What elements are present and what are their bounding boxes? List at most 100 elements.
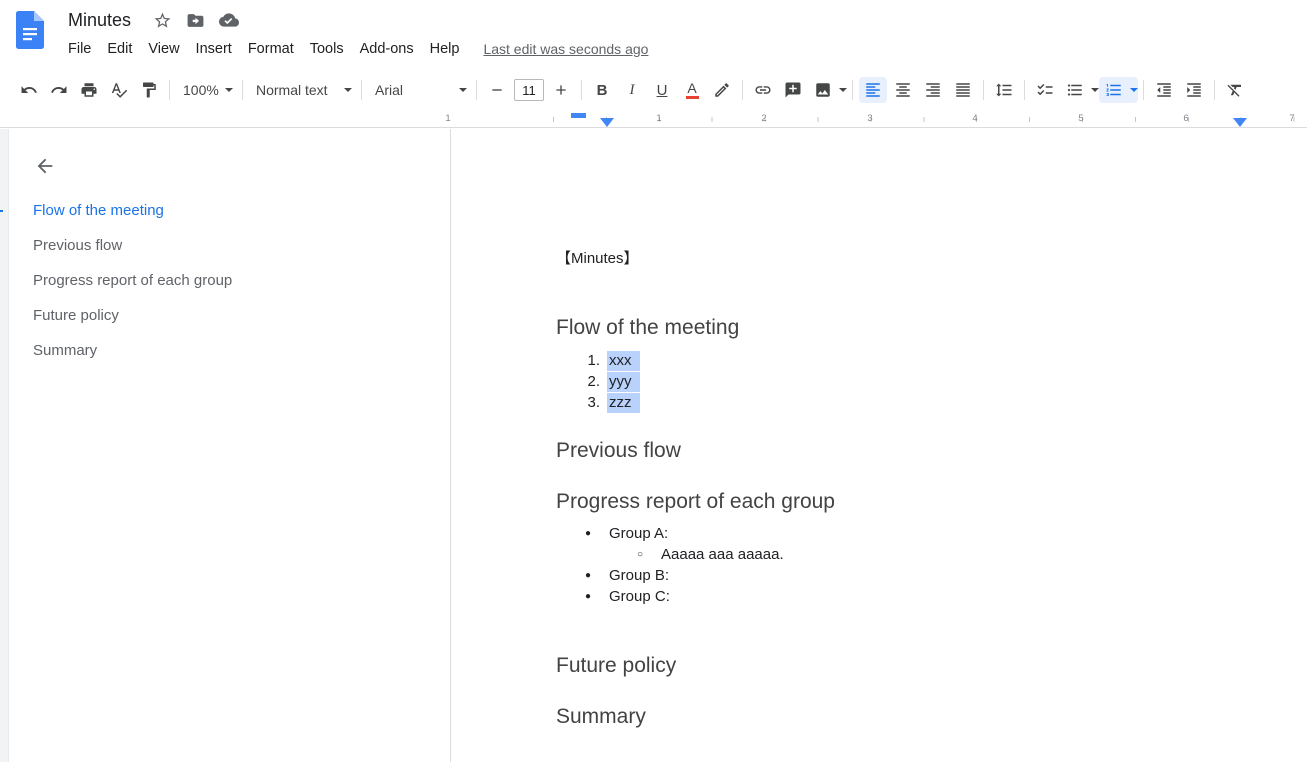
bullet-marker: ○ [637,544,643,565]
ruler[interactable]: 1 1 2 3 4 5 6 7 [0,110,1307,128]
increase-indent-button[interactable] [1180,77,1208,103]
font-dropdown[interactable]: Arial [367,77,471,103]
list-number: 1. [576,350,600,371]
list-number: 3. [576,392,600,413]
redo-button[interactable] [45,77,73,103]
print-button[interactable] [75,77,103,103]
ruler-number: 5 [1076,113,1086,124]
paint-format-button[interactable] [135,77,163,103]
toolbar: 100% Normal text Arial B I U A [0,70,1307,110]
chevron-down-icon [225,88,233,92]
list-item[interactable]: ● Group C: [556,586,1267,607]
chevron-down-icon [1130,88,1138,92]
insert-link-button[interactable] [749,77,777,103]
spellcheck-button[interactable] [105,77,133,103]
numbered-list-button[interactable] [1100,77,1128,103]
outline-item-label: Summary [33,342,97,359]
cloud-status-icon[interactable] [219,10,239,30]
doc-intro-paragraph[interactable]: 【Minutes】 [556,249,1267,268]
list-item[interactable]: 2.yyy [556,371,1267,392]
outline-list: Flow of the meeting Previous flow Progre… [10,193,450,368]
menu-help[interactable]: Help [422,38,468,60]
ruler-number: 3 [865,113,875,124]
doc-heading-future[interactable]: Future policy [556,652,1267,679]
ruler-number: 2 [759,113,769,124]
menu-format[interactable]: Format [240,38,302,60]
bulleted-list-dropdown[interactable] [1089,77,1099,103]
menu-insert[interactable]: Insert [188,38,240,60]
insert-image-dropdown[interactable] [837,77,847,103]
menu-addons[interactable]: Add-ons [352,38,422,60]
toolbar-separator [852,80,853,100]
content-area: Flow of the meeting Previous flow Progre… [0,129,1307,762]
document-page[interactable]: 【Minutes】 Flow of the meeting 1. xxx 2.yy… [450,129,1307,762]
doc-heading-flow[interactable]: Flow of the meeting [556,314,1267,341]
selected-text[interactable]: xxx [607,351,640,371]
align-center-button[interactable] [889,77,917,103]
outline-item-label: Flow of the meeting [33,202,164,219]
list-item[interactable]: ●Group B: [556,565,1267,586]
chevron-down-icon [1091,88,1099,92]
align-justify-button[interactable] [949,77,977,103]
document-title[interactable]: Minutes [68,10,131,31]
bullet-marker: ● [585,586,591,607]
outline-item-progress[interactable]: Progress report of each group [10,263,450,298]
insert-image-button[interactable] [809,77,837,103]
list-text: Group C: [609,588,670,605]
align-left-button[interactable] [859,77,887,103]
last-edit-link[interactable]: Last edit was seconds ago [483,41,648,57]
checklist-button[interactable] [1031,77,1059,103]
add-comment-button[interactable] [779,77,807,103]
bulleted-list-button[interactable] [1061,77,1089,103]
first-line-indent-marker[interactable] [571,113,586,118]
docs-logo-icon[interactable] [16,11,44,49]
line-spacing-button[interactable] [990,77,1018,103]
toolbar-separator [361,80,362,100]
doc-heading-progress[interactable]: Progress report of each group [556,488,1267,515]
menu-tools[interactable]: Tools [302,38,352,60]
undo-button[interactable] [15,77,43,103]
star-icon[interactable] [153,10,173,30]
list-item[interactable]: 1. xxx [556,350,1267,371]
outline-item-previous[interactable]: Previous flow [10,228,450,263]
align-right-button[interactable] [919,77,947,103]
bold-button[interactable]: B [588,77,616,103]
italic-button[interactable]: I [618,77,646,103]
clear-formatting-button[interactable] [1221,77,1249,103]
increase-font-size-button[interactable] [547,77,575,103]
outline-item-label: Previous flow [33,237,122,254]
bulleted-list-combo [1060,77,1099,103]
ruler-number: 6 [1181,113,1191,124]
zoom-dropdown[interactable]: 100% [175,77,237,103]
document-body[interactable]: 【Minutes】 Flow of the meeting 1. xxx 2.yy… [451,129,1307,762]
numbered-list-dropdown[interactable] [1128,77,1138,103]
doc-heading-summary[interactable]: Summary [556,703,1267,730]
menu-view[interactable]: View [140,38,187,60]
highlight-color-button[interactable] [708,77,736,103]
outline-item-summary[interactable]: Summary [10,333,450,368]
ruler-number: 4 [970,113,980,124]
styles-dropdown[interactable]: Normal text [248,77,356,103]
list-item[interactable]: ●Group A: [556,523,1267,544]
list-item[interactable]: ○Aaaaa aaa aaaaa. [556,544,1267,565]
text-color-button[interactable]: A [678,77,706,103]
selected-text[interactable]: yyy [607,372,640,392]
decrease-indent-button[interactable] [1150,77,1178,103]
list-item[interactable]: 3. zzz [556,392,1267,413]
left-indent-marker[interactable] [600,118,614,127]
selected-text[interactable]: zzz [607,393,640,413]
font-size-input[interactable] [514,79,544,101]
outline-item-future[interactable]: Future policy [10,298,450,333]
toolbar-separator [1214,80,1215,100]
toolbar-separator [169,80,170,100]
canvas-left-strip [0,129,9,762]
menu-edit[interactable]: Edit [99,38,140,60]
close-outline-button[interactable] [34,155,56,177]
move-folder-icon[interactable] [186,10,206,30]
doc-heading-previous[interactable]: Previous flow [556,437,1267,464]
outline-item-flow[interactable]: Flow of the meeting [10,193,450,228]
underline-button[interactable]: U [648,77,676,103]
right-indent-marker[interactable] [1233,118,1247,127]
menu-file[interactable]: File [60,38,99,60]
decrease-font-size-button[interactable] [483,77,511,103]
